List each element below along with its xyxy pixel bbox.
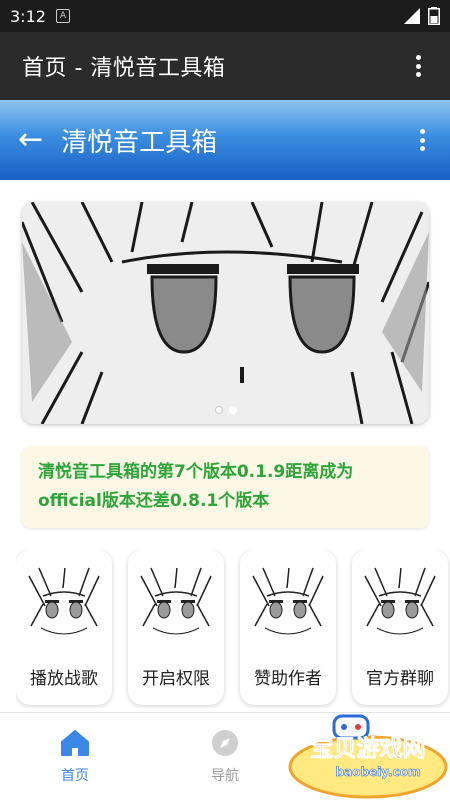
feature-card-open-permission[interactable]: 开启权限	[128, 550, 224, 705]
app-bar-title: 首页 - 清悦音工具箱	[22, 56, 226, 81]
nav-item-home[interactable]: 首页	[0, 713, 150, 800]
feature-label: 官方群聊	[366, 669, 434, 689]
anime-avatar-icon	[137, 566, 215, 650]
feature-card-sponsor-author[interactable]: 赞助作者	[240, 550, 336, 705]
carousel-dot[interactable]	[228, 406, 237, 414]
status-right	[404, 7, 440, 25]
anime-avatar-icon	[249, 566, 327, 650]
anime-avatar-icon	[25, 566, 103, 650]
feature-card-play-song[interactable]: 播放战歌	[16, 550, 112, 705]
banner-anime-illustration	[22, 202, 429, 424]
page-header: ← 清悦音工具箱	[0, 100, 450, 180]
back-arrow-icon[interactable]: ←	[18, 125, 43, 155]
status-time: 3:12	[10, 6, 46, 26]
feature-label: 开启权限	[142, 669, 210, 689]
status-bar: 3:12 A	[0, 0, 450, 32]
carousel-dot[interactable]	[214, 406, 223, 414]
page-title: 清悦音工具箱	[61, 127, 218, 158]
feature-grid: 播放战歌 开启权限 赞助作者 官方群聊	[16, 550, 450, 708]
home-icon	[61, 730, 89, 756]
feature-card-official-group[interactable]: 官方群聊	[352, 550, 448, 705]
nav-label-home: 首页	[61, 768, 89, 784]
version-notice: 清悦音工具箱的第7个版本0.1.9距离成为official版本还差0.8.1个版…	[22, 446, 429, 528]
feature-label: 赞助作者	[254, 669, 322, 689]
page-menu-icon[interactable]	[412, 127, 432, 153]
nav-item-navigation[interactable]: 导航	[150, 713, 300, 800]
notification-icon: A	[55, 9, 70, 23]
battery-icon	[428, 7, 440, 25]
banner-carousel[interactable]	[22, 202, 429, 424]
app-menu-icon[interactable]	[408, 53, 428, 79]
nav-item-placeholder	[300, 713, 450, 800]
app-bar: 首页 - 清悦音工具箱	[0, 32, 450, 100]
signal-icon	[404, 8, 420, 24]
nav-label-navigation: 导航	[211, 768, 239, 784]
carousel-indicator[interactable]	[214, 406, 237, 414]
bottom-nav: 首页 导航	[0, 712, 450, 800]
compass-icon	[212, 730, 238, 756]
feature-label: 播放战歌	[30, 669, 98, 689]
anime-avatar-icon	[361, 566, 439, 650]
